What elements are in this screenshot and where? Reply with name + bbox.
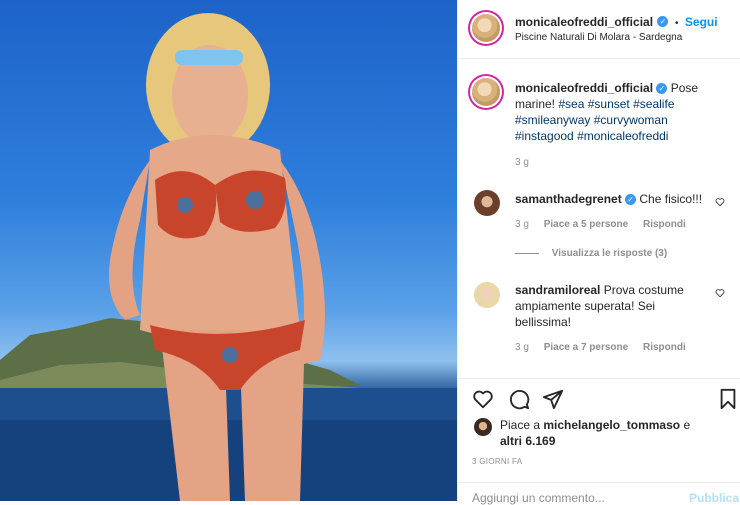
hashtag[interactable]: #instagood xyxy=(515,129,574,143)
verified-icon: ✓ xyxy=(625,194,637,206)
comment-meta: 3 g Piace a 5 persone Rispondi xyxy=(515,219,686,230)
view-replies-line xyxy=(515,252,539,254)
likes-prefix: Piace a xyxy=(500,418,541,432)
post-photo[interactable] xyxy=(0,0,457,501)
caption-username[interactable]: monicaleofreddi_official xyxy=(515,81,653,95)
comment-likes[interactable]: Piace a 5 persone xyxy=(544,219,629,230)
follow-button[interactable]: Segui xyxy=(685,15,718,29)
comment-like-heart-icon[interactable] xyxy=(715,288,725,298)
liker-username[interactable]: michelangelo_tommaso xyxy=(543,418,680,432)
comment-input[interactable]: Aggiungi un commento... xyxy=(472,491,605,505)
likes-summary: Piace a michelangelo_tommaso e altri 6.1… xyxy=(500,417,730,449)
caption: monicaleofreddi_official ✓ Pose marine! … xyxy=(515,80,725,144)
hashtag[interactable]: #sunset xyxy=(588,97,630,111)
comment-text: ampiamente superata! Sei xyxy=(515,299,656,313)
commenter-avatar[interactable] xyxy=(474,190,500,216)
photo-scene xyxy=(0,13,457,501)
post-actions: Piace a michelangelo_tommaso e altri 6.1… xyxy=(458,378,740,505)
hashtag[interactable]: #smileanyway xyxy=(515,113,590,127)
caption-avatar[interactable] xyxy=(472,78,500,106)
separator-dot: • xyxy=(674,18,679,29)
post-header: monicaleofreddi_official ✓ • Segui Pisci… xyxy=(458,0,740,59)
likes-suffix: e xyxy=(683,418,691,432)
hashtag[interactable]: #monicaleofreddi xyxy=(577,129,668,143)
verified-icon: ✓ xyxy=(656,83,668,95)
hashtag[interactable]: #curvywoman xyxy=(594,113,668,127)
comment-like-heart-icon[interactable] xyxy=(715,197,725,207)
publish-button[interactable]: Pubblica xyxy=(689,491,739,505)
author-avatar[interactable] xyxy=(472,14,500,42)
bookmark-icon[interactable] xyxy=(717,388,739,410)
verified-icon: ✓ xyxy=(657,16,669,28)
comment-likes[interactable]: Piace a 7 persone xyxy=(544,342,629,353)
comment: samanthadegrenet ✓ Che fisico!!! xyxy=(515,191,715,207)
author-username[interactable]: monicaleofreddi_official xyxy=(515,15,653,29)
share-icon[interactable] xyxy=(542,388,564,410)
post-side-panel: monicaleofreddi_official ✓ • Segui Pisci… xyxy=(457,0,740,505)
reply-button[interactable]: Rispondi xyxy=(643,342,686,353)
liker-avatar[interactable] xyxy=(474,418,492,436)
comment-icon[interactable] xyxy=(508,388,530,410)
comment-time[interactable]: 3 g xyxy=(515,219,529,230)
input-divider xyxy=(458,482,740,483)
hashtag[interactable]: #sea xyxy=(558,97,584,111)
likes-count[interactable]: altri 6.169 xyxy=(500,434,555,448)
comment-username[interactable]: samanthadegrenet xyxy=(515,192,622,206)
comment-meta: 3 g Piace a 7 persone Rispondi xyxy=(515,342,686,353)
reply-button[interactable]: Rispondi xyxy=(643,219,686,230)
commenter-avatar[interactable] xyxy=(474,282,500,308)
comment: sandramiloreal Prova costume ampiamente … xyxy=(515,282,720,330)
hashtag[interactable]: #sealife xyxy=(633,97,674,111)
heart-icon[interactable] xyxy=(472,388,494,410)
comment-username[interactable]: sandramiloreal xyxy=(515,283,600,297)
view-replies-label: Visualizza le risposte (3) xyxy=(551,248,668,259)
post-location[interactable]: Piscine Naturali Di Molara - Sardegna xyxy=(515,32,682,43)
comment-time[interactable]: 3 g xyxy=(515,342,529,353)
view-replies[interactable]: Visualizza le risposte (3) xyxy=(515,248,667,259)
comment-text: Prova costume xyxy=(603,283,684,297)
caption-time[interactable]: 3 g xyxy=(515,157,529,168)
comment-text: Che fisico!!! xyxy=(639,192,703,206)
post-timestamp[interactable]: 3 GIORNI FA xyxy=(472,457,522,466)
comment-text: bellissima! xyxy=(515,315,572,329)
